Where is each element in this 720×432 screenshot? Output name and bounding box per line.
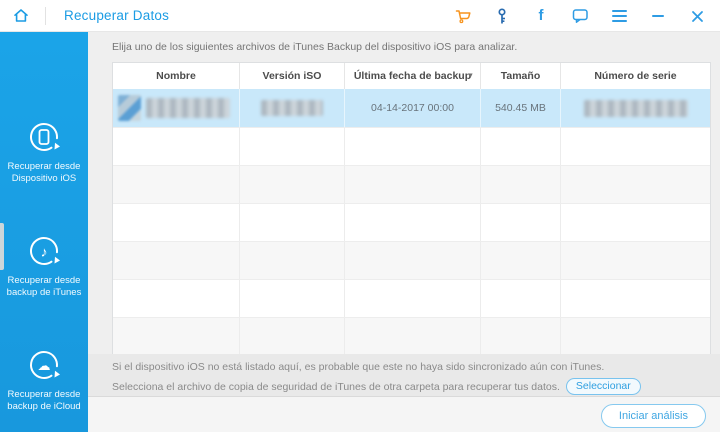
device-thumbnail-redacted	[118, 95, 141, 121]
table-cell-empty	[481, 318, 561, 355]
table-cell-empty	[481, 166, 561, 203]
table-cell-empty	[561, 128, 710, 165]
icloud-refresh-icon: ☁	[25, 346, 63, 384]
note-line-1: Si el dispositivo iOS no está listado aq…	[112, 361, 604, 373]
column-header-tamano[interactable]: Tamaño	[481, 63, 561, 89]
minimize-icon	[652, 15, 664, 17]
redaction-block	[584, 100, 688, 117]
table-cell-empty	[345, 128, 481, 165]
redacted-name	[113, 95, 239, 121]
key-icon	[496, 8, 508, 25]
close-icon	[691, 10, 704, 23]
cell-fecha: 04-14-2017 00:00	[345, 89, 481, 127]
cart-icon	[455, 8, 472, 24]
table-header-row: Nombre Versión iSO Última fecha de backu…	[113, 63, 710, 89]
table-cell-empty	[345, 204, 481, 241]
redaction-block	[261, 100, 323, 116]
instruction-text: Elija uno de los siguientes archivos de …	[112, 41, 517, 53]
table-empty-rows	[113, 127, 710, 355]
table-cell-empty	[561, 318, 710, 355]
table-cell-empty	[240, 280, 345, 317]
backup-table: Nombre Versión iSO Última fecha de backu…	[112, 62, 711, 356]
register-button[interactable]	[493, 7, 511, 25]
sidebar-item-label: Recuperar desde Dispositivo iOS	[0, 161, 88, 185]
chat-icon	[572, 8, 589, 24]
footer-bar: Iniciar análisis	[88, 396, 720, 432]
hamburger-icon	[612, 10, 627, 22]
table-cell-empty	[113, 128, 240, 165]
table-cell-empty	[345, 242, 481, 279]
itunes-refresh-icon: ♪	[25, 232, 63, 270]
table-cell-empty	[240, 166, 345, 203]
table-cell-empty	[345, 280, 481, 317]
close-button[interactable]	[688, 7, 706, 25]
table-cell-empty	[113, 318, 240, 355]
facebook-button[interactable]: f	[532, 7, 550, 25]
table-cell-empty	[481, 242, 561, 279]
table-cell-empty	[113, 166, 240, 203]
cell-tamano: 540.45 MB	[481, 89, 561, 127]
sidebar-item-recover-icloud-backup[interactable]: ☁ Recuperar desde backup de iCloud	[0, 346, 88, 413]
sidebar-item-recover-itunes-backup[interactable]: ♪ Recuperar desde backup de iTunes	[0, 232, 88, 299]
table-cell-empty	[113, 280, 240, 317]
table-cell-empty	[481, 204, 561, 241]
table-row-empty[interactable]	[113, 317, 710, 355]
home-button[interactable]	[12, 7, 32, 25]
title-bar: Recuperar Datos f	[0, 0, 720, 32]
table-row-empty[interactable]	[113, 203, 710, 241]
cell-version	[240, 89, 345, 127]
sort-descending-icon: ▼	[467, 73, 474, 80]
table-cell-empty	[113, 242, 240, 279]
table-row-empty[interactable]	[113, 241, 710, 279]
app-window: Recuperar Datos f	[0, 0, 720, 432]
table-cell-empty	[240, 204, 345, 241]
note-line-2: Selecciona el archivo de copia de seguri…	[112, 378, 641, 395]
sidebar-item-recover-ios-device[interactable]: Recuperar desde Dispositivo iOS	[0, 118, 88, 185]
home-icon	[12, 7, 30, 25]
svg-text:☁: ☁	[38, 358, 51, 373]
column-header-nombre[interactable]: Nombre	[113, 63, 240, 89]
start-analysis-button[interactable]: Iniciar análisis	[601, 404, 706, 428]
table-cell-empty	[481, 280, 561, 317]
facebook-icon: f	[539, 7, 544, 25]
titlebar-actions: f	[454, 0, 706, 32]
cart-button[interactable]	[454, 7, 472, 25]
redaction-block	[146, 98, 230, 118]
note-line-2-text: Selecciona el archivo de copia de seguri…	[112, 381, 560, 393]
table-row-empty[interactable]	[113, 279, 710, 317]
table-row-selected[interactable]: 04-14-2017 00:00 540.45 MB	[113, 89, 710, 127]
table-cell-empty	[240, 242, 345, 279]
feedback-button[interactable]	[571, 7, 589, 25]
cell-serie	[561, 89, 710, 127]
table-cell-empty	[561, 242, 710, 279]
table-cell-empty	[345, 166, 481, 203]
sidebar-item-label: Recuperar desde backup de iTunes	[0, 275, 88, 299]
table-cell-empty	[481, 128, 561, 165]
menu-button[interactable]	[610, 7, 628, 25]
page-title: Recuperar Datos	[64, 0, 169, 32]
table-cell-empty	[561, 204, 710, 241]
sidebar: Recuperar desde Dispositivo iOS ♪ Recupe…	[0, 32, 88, 432]
table-cell-empty	[240, 128, 345, 165]
table-cell-empty	[561, 166, 710, 203]
table-cell-empty	[561, 280, 710, 317]
svg-text:♪: ♪	[41, 244, 48, 260]
cell-nombre	[113, 89, 240, 127]
column-header-serie[interactable]: Número de serie	[561, 63, 710, 89]
column-header-label: Última fecha de backup	[354, 70, 471, 82]
table-cell-empty	[240, 318, 345, 355]
table-row-empty[interactable]	[113, 127, 710, 165]
column-header-fecha[interactable]: Última fecha de backup ▼	[345, 63, 481, 89]
sidebar-item-label: Recuperar desde backup de iCloud	[0, 389, 88, 413]
table-cell-empty	[345, 318, 481, 355]
minimize-button[interactable]	[649, 7, 667, 25]
select-file-button[interactable]: Seleccionar	[566, 378, 641, 395]
column-header-version[interactable]: Versión iSO	[240, 63, 345, 89]
table-row-empty[interactable]	[113, 165, 710, 203]
titlebar-divider	[45, 7, 46, 25]
device-refresh-icon	[25, 118, 63, 156]
table-cell-empty	[113, 204, 240, 241]
